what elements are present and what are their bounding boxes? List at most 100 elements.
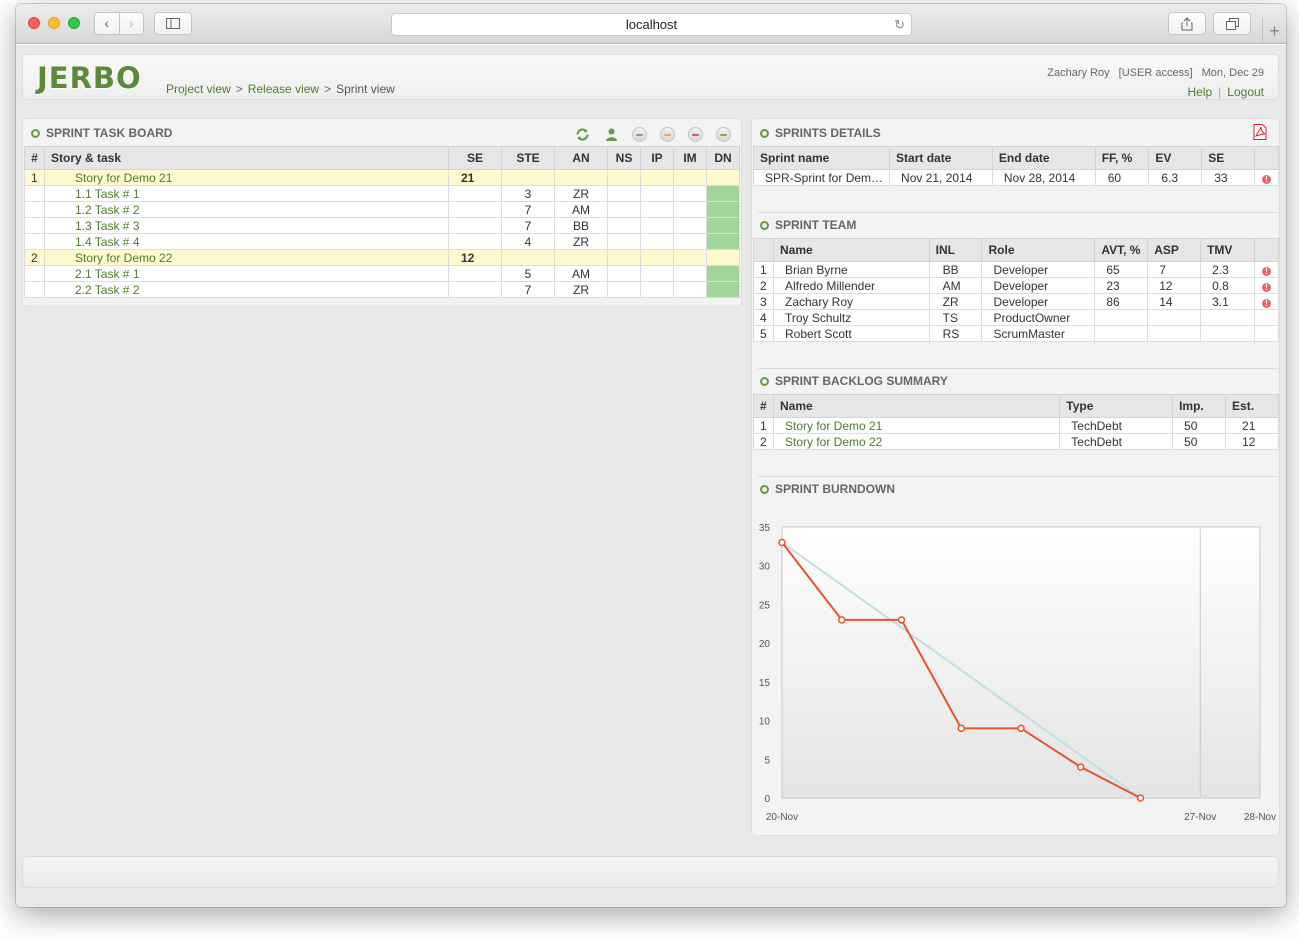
- status-done-cell[interactable]: [706, 217, 740, 234]
- team-member-row[interactable]: 5 Robert Scott RS ScrumMaster: [753, 325, 1280, 342]
- refresh-icon[interactable]: [575, 127, 590, 142]
- new-tab-icon[interactable]: +: [1262, 18, 1286, 44]
- status-in-progress-cell[interactable]: [640, 185, 674, 202]
- status-not-started-cell[interactable]: [607, 249, 641, 266]
- task-link[interactable]: 1.2 Task # 2: [44, 201, 449, 218]
- member-tmv: 2.3: [1200, 261, 1255, 278]
- status-not-started-cell[interactable]: [607, 233, 641, 250]
- filter-red-icon[interactable]: [688, 127, 703, 142]
- status-not-started-cell[interactable]: [607, 169, 641, 186]
- member-initials: RS: [928, 325, 983, 342]
- member-role: Developer: [981, 293, 1096, 310]
- status-in-progress-cell[interactable]: [640, 169, 674, 186]
- member-avt: [1094, 309, 1149, 326]
- status-in-progress-cell[interactable]: [640, 249, 674, 266]
- team-member-row[interactable]: 1 Brian Byrne BB Developer 65 7 2.3 !: [753, 261, 1280, 278]
- close-window-button[interactable]: [28, 17, 40, 29]
- story-row[interactable]: 2 Story for Demo 22 12: [24, 249, 740, 266]
- status-impeded-cell[interactable]: [673, 265, 707, 282]
- member-initials: TS: [928, 309, 983, 326]
- app-footer: [22, 856, 1279, 888]
- status-in-progress-cell[interactable]: [640, 201, 674, 218]
- status-impeded-cell[interactable]: [673, 233, 707, 250]
- status-done-cell[interactable]: [706, 201, 740, 218]
- backlog-story-link[interactable]: Story for Demo 22: [772, 433, 1061, 450]
- warning-icon[interactable]: !: [1261, 282, 1271, 292]
- sprint-details-title-text: SPRINTS DETAILS: [775, 126, 881, 140]
- back-arrow-icon[interactable]: ‹: [95, 13, 119, 34]
- logout-link[interactable]: Logout: [1227, 85, 1264, 99]
- forward-arrow-icon[interactable]: ›: [118, 13, 144, 34]
- task-row[interactable]: 2.1 Task # 1 5 AM: [24, 265, 740, 282]
- backlog-importance: 50: [1172, 417, 1227, 434]
- share-icon[interactable]: [1168, 12, 1206, 35]
- zoom-window-button[interactable]: [68, 17, 80, 29]
- warning-icon[interactable]: !: [1261, 174, 1271, 184]
- filter-green-icon[interactable]: [716, 127, 731, 142]
- task-link[interactable]: 1.4 Task # 4: [44, 233, 449, 250]
- status-impeded-cell[interactable]: [673, 249, 707, 266]
- status-done-cell[interactable]: [706, 281, 740, 298]
- sprint-details-header: Sprint name Start date End date FF, % EV…: [752, 146, 1280, 170]
- backlog-story-link[interactable]: Story for Demo 21: [772, 417, 1061, 434]
- task-link[interactable]: 1.3 Task # 3: [44, 217, 449, 234]
- sprint-row[interactable]: SPR-Sprint for Dem… Nov 21, 2014 Nov 28,…: [752, 169, 1280, 186]
- task-link[interactable]: 2.2 Task # 2: [44, 281, 449, 298]
- team-member-row[interactable]: 2 Alfredo Millender AM Developer 23 12 0…: [753, 277, 1280, 294]
- filter-yellow-icon[interactable]: [660, 127, 675, 142]
- status-in-progress-cell[interactable]: [640, 233, 674, 250]
- column-header: Name: [772, 394, 1061, 418]
- status-in-progress-cell[interactable]: [640, 217, 674, 234]
- task-link[interactable]: 2.1 Task # 1: [44, 265, 449, 282]
- sidebar-toggle-icon[interactable]: [154, 12, 192, 35]
- collapse-icon[interactable]: [632, 127, 647, 142]
- team-member-row[interactable]: 3 Zachary Roy ZR Developer 86 14 3.1 !: [753, 293, 1280, 310]
- status-done-cell[interactable]: [706, 185, 740, 202]
- status-done-cell[interactable]: [706, 169, 740, 186]
- breadcrumb-project-view[interactable]: Project view: [166, 82, 231, 96]
- status-impeded-cell[interactable]: [673, 217, 707, 234]
- team-member-row[interactable]: 4 Troy Schultz TS ProductOwner: [753, 309, 1280, 326]
- show-tabs-icon[interactable]: [1213, 12, 1251, 35]
- status-not-started-cell[interactable]: [607, 265, 641, 282]
- task-row[interactable]: 1.2 Task # 2 7 AM: [24, 201, 740, 218]
- task-row[interactable]: 1.3 Task # 3 7 BB: [24, 217, 740, 234]
- status-not-started-cell[interactable]: [607, 185, 641, 202]
- task-row[interactable]: 1.4 Task # 4 4 ZR: [24, 233, 740, 250]
- status-in-progress-cell[interactable]: [640, 265, 674, 282]
- column-header: NS: [607, 146, 641, 170]
- section-divider: [758, 368, 1278, 369]
- backlog-row[interactable]: 1 Story for Demo 21 TechDebt 50 21: [753, 417, 1279, 434]
- status-in-progress-cell[interactable]: [640, 281, 674, 298]
- sprint-ff: 60: [1094, 169, 1150, 186]
- warning-icon[interactable]: !: [1261, 266, 1271, 276]
- status-not-started-cell[interactable]: [607, 201, 641, 218]
- warning-icon[interactable]: !: [1261, 298, 1271, 308]
- status-impeded-cell[interactable]: [673, 281, 707, 298]
- status-not-started-cell[interactable]: [607, 281, 641, 298]
- pdf-export-icon[interactable]: [1253, 124, 1267, 143]
- status-impeded-cell[interactable]: [673, 169, 707, 186]
- task-row[interactable]: 2.2 Task # 2 7 ZR: [24, 281, 740, 298]
- member-avt: 23: [1094, 277, 1149, 294]
- status-impeded-cell[interactable]: [673, 201, 707, 218]
- status-done-cell[interactable]: [706, 265, 740, 282]
- status-done-cell[interactable]: [706, 233, 740, 250]
- story-row[interactable]: 1 Story for Demo 21 21: [24, 169, 740, 186]
- task-link[interactable]: 1.1 Task # 1: [44, 185, 449, 202]
- row-number: 1: [753, 417, 774, 434]
- backlog-row[interactable]: 2 Story for Demo 22 TechDebt 50 12: [753, 433, 1279, 450]
- app-logo[interactable]: JERBO: [37, 61, 142, 95]
- address-bar[interactable]: localhost ↻: [391, 13, 912, 36]
- minimize-window-button[interactable]: [48, 17, 60, 29]
- status-not-started-cell[interactable]: [607, 217, 641, 234]
- reload-icon[interactable]: ↻: [894, 14, 905, 35]
- status-done-cell[interactable]: [706, 249, 740, 266]
- breadcrumb-release-view[interactable]: Release view: [248, 82, 319, 96]
- user-filter-icon[interactable]: [604, 127, 619, 142]
- story-link[interactable]: Story for Demo 21: [44, 169, 449, 186]
- task-row[interactable]: 1.1 Task # 1 3 ZR: [24, 185, 740, 202]
- status-impeded-cell[interactable]: [673, 185, 707, 202]
- story-link[interactable]: Story for Demo 22: [44, 249, 449, 266]
- help-link[interactable]: Help: [1187, 85, 1212, 99]
